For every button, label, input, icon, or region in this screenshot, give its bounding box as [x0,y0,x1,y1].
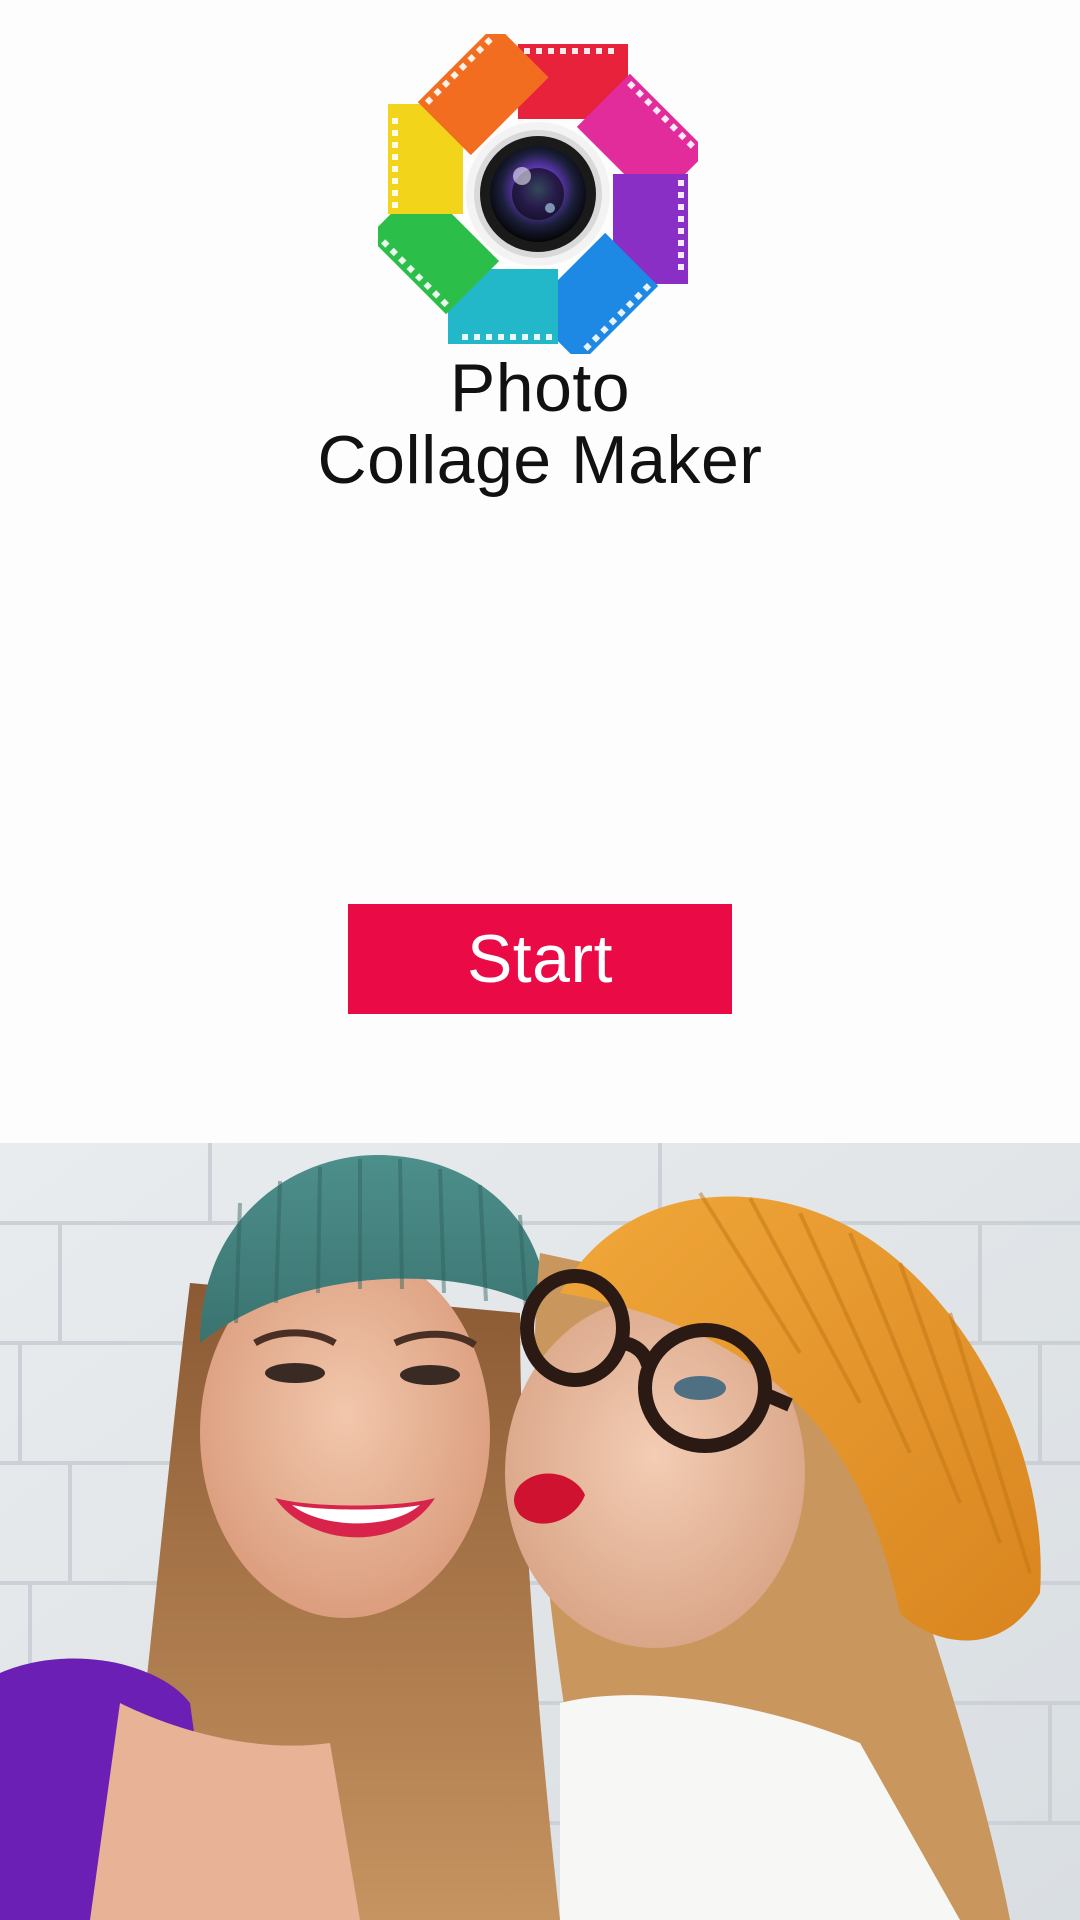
app-logo-icon [378,34,698,354]
app-title-line2: Collage Maker [317,422,763,498]
splash-screen: Photo Collage Maker Start [0,0,1080,1920]
promo-photo [0,1143,1080,1920]
app-title: Photo Collage Maker [0,352,1080,496]
app-title-line1: Photo [449,350,631,426]
start-button[interactable]: Start [348,904,732,1014]
